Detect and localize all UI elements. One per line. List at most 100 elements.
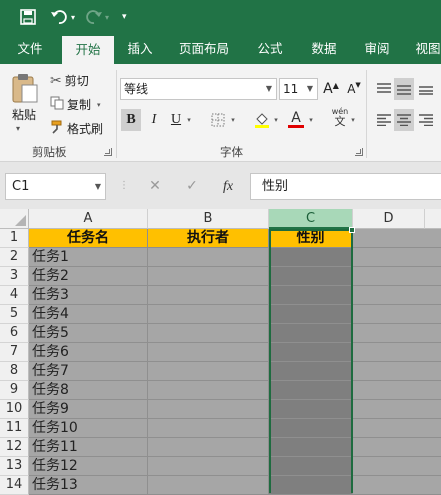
task-name-cell[interactable]: 任务11 xyxy=(29,438,148,457)
font-size-dropdown-icon[interactable]: ▼ xyxy=(303,79,317,99)
task-name-cell[interactable]: 任务6 xyxy=(29,343,148,362)
align-bottom-button[interactable] xyxy=(416,78,436,100)
enter-formula-icon[interactable]: ✓ xyxy=(180,173,204,200)
tab-data[interactable]: 数据 xyxy=(302,34,346,64)
cut-button[interactable]: ✂ 剪切 xyxy=(50,72,89,89)
table-cell[interactable] xyxy=(353,343,441,362)
task-name-cell[interactable]: 任务13 xyxy=(29,476,148,495)
undo-dropdown-icon[interactable]: ▾ xyxy=(71,0,75,34)
font-name-select[interactable]: 等线 ▼ xyxy=(120,78,277,100)
task-name-cell[interactable]: 任务12 xyxy=(29,457,148,476)
table-cell[interactable] xyxy=(148,476,269,495)
tab-page-layout[interactable]: 页面布局 xyxy=(170,34,238,64)
phonetic-dropdown-icon[interactable]: ▾ xyxy=(348,109,358,131)
font-name-dropdown-icon[interactable]: ▼ xyxy=(262,79,276,99)
task-name-cell[interactable]: 任务9 xyxy=(29,400,148,419)
save-icon[interactable] xyxy=(20,0,36,34)
table-cell[interactable] xyxy=(269,362,353,381)
row-header[interactable]: 9 xyxy=(0,381,29,400)
header-cell[interactable]: 性别 xyxy=(269,229,353,248)
table-cell[interactable] xyxy=(353,438,441,457)
task-name-cell[interactable]: 任务2 xyxy=(29,267,148,286)
task-name-cell[interactable]: 任务8 xyxy=(29,381,148,400)
row-header[interactable]: 10 xyxy=(0,400,29,419)
table-cell[interactable] xyxy=(148,381,269,400)
font-color-dropdown-icon[interactable]: ▾ xyxy=(305,109,317,131)
table-cell[interactable] xyxy=(269,305,353,324)
underline-dropdown-icon[interactable]: ▾ xyxy=(183,109,195,131)
table-cell[interactable] xyxy=(148,324,269,343)
select-all-button[interactable] xyxy=(0,209,29,229)
row-header[interactable]: 8 xyxy=(0,362,29,381)
italic-button[interactable]: I xyxy=(144,109,164,131)
table-cell[interactable] xyxy=(353,457,441,476)
table-cell[interactable] xyxy=(269,400,353,419)
row-header[interactable]: 2 xyxy=(0,248,29,267)
clipboard-launcher-icon[interactable] xyxy=(104,148,112,156)
task-name-cell[interactable]: 任务4 xyxy=(29,305,148,324)
format-painter-button[interactable]: 格式刷 xyxy=(50,120,103,137)
table-cell[interactable] xyxy=(148,248,269,267)
borders-dropdown-icon[interactable]: ▾ xyxy=(227,109,239,131)
table-cell[interactable] xyxy=(148,267,269,286)
formula-input[interactable]: 性别 xyxy=(250,173,441,200)
table-cell[interactable] xyxy=(353,229,441,248)
task-name-cell[interactable]: 任务7 xyxy=(29,362,148,381)
task-name-cell[interactable]: 任务5 xyxy=(29,324,148,343)
table-cell[interactable] xyxy=(148,362,269,381)
tab-file[interactable]: 文件 xyxy=(6,34,54,64)
paste-label[interactable]: 粘贴 xyxy=(12,106,36,123)
font-size-select[interactable]: 11 ▼ xyxy=(279,78,318,100)
header-cell[interactable]: 执行者 xyxy=(148,229,269,248)
formula-bar-grip-icon[interactable]: ⋮ xyxy=(119,180,129,191)
fill-color-button[interactable] xyxy=(252,109,272,131)
row-header[interactable]: 11 xyxy=(0,419,29,438)
table-cell[interactable] xyxy=(148,305,269,324)
align-left-button[interactable] xyxy=(374,109,394,131)
insert-function-button[interactable]: fx xyxy=(216,173,240,200)
table-cell[interactable] xyxy=(269,419,353,438)
column-header-e[interactable] xyxy=(425,209,441,229)
table-cell[interactable] xyxy=(269,476,353,495)
table-cell[interactable] xyxy=(269,438,353,457)
row-header[interactable]: 6 xyxy=(0,324,29,343)
table-cell[interactable] xyxy=(148,438,269,457)
table-cell[interactable] xyxy=(353,324,441,343)
table-cell[interactable] xyxy=(353,267,441,286)
table-cell[interactable] xyxy=(269,457,353,476)
paste-dropdown-icon[interactable]: ▾ xyxy=(16,124,20,133)
undo-icon[interactable] xyxy=(50,0,68,34)
table-cell[interactable] xyxy=(148,343,269,362)
row-header[interactable]: 5 xyxy=(0,305,29,324)
table-cell[interactable] xyxy=(353,305,441,324)
column-header-b[interactable]: B xyxy=(148,209,269,229)
row-header[interactable]: 14 xyxy=(0,476,29,495)
table-cell[interactable] xyxy=(269,248,353,267)
table-cell[interactable] xyxy=(148,286,269,305)
table-cell[interactable] xyxy=(269,343,353,362)
table-cell[interactable] xyxy=(353,381,441,400)
tab-formulas[interactable]: 公式 xyxy=(248,34,292,64)
row-header[interactable]: 3 xyxy=(0,267,29,286)
shrink-font-button[interactable]: A ▼ xyxy=(344,78,364,100)
font-launcher-icon[interactable] xyxy=(355,148,363,156)
tab-review[interactable]: 审阅 xyxy=(355,34,399,64)
tab-insert[interactable]: 插入 xyxy=(118,34,162,64)
row-header[interactable]: 7 xyxy=(0,343,29,362)
table-cell[interactable] xyxy=(148,419,269,438)
paste-button[interactable] xyxy=(10,72,40,104)
table-cell[interactable] xyxy=(148,400,269,419)
tab-view[interactable]: 视图 xyxy=(408,34,441,64)
row-header[interactable]: 12 xyxy=(0,438,29,457)
copy-button[interactable]: 复制 ▾ xyxy=(50,96,101,113)
table-cell[interactable] xyxy=(269,381,353,400)
column-header-c[interactable]: C xyxy=(269,209,353,229)
align-center-button[interactable] xyxy=(394,109,414,131)
cancel-formula-icon[interactable]: ✕ xyxy=(143,173,167,200)
table-cell[interactable] xyxy=(353,476,441,495)
task-name-cell[interactable]: 任务1 xyxy=(29,248,148,267)
align-top-button[interactable] xyxy=(374,78,394,100)
borders-button[interactable] xyxy=(208,109,228,131)
bold-button[interactable]: B xyxy=(121,109,141,131)
row-header[interactable]: 13 xyxy=(0,457,29,476)
